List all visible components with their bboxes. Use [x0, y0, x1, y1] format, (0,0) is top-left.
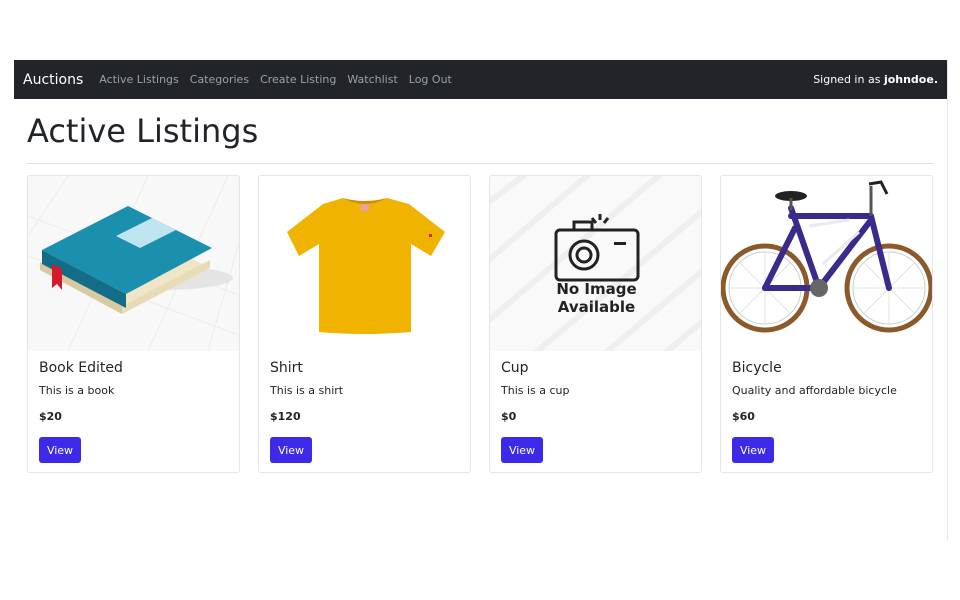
navbar: Auctions Active Listings Categories Crea… [14, 60, 947, 99]
listing-description: This is a shirt [270, 384, 344, 397]
nav-active-listings[interactable]: Active Listings [99, 73, 179, 86]
listing-title: Bicycle [732, 360, 782, 376]
no-image-placeholder [490, 176, 701, 351]
listing-card: No Image Available Cup This is a cup $0 … [489, 175, 702, 473]
view-button[interactable]: View [501, 437, 543, 463]
nav-watchlist[interactable]: Watchlist [347, 73, 397, 86]
listing-card: Bicycle Quality and affordable bicycle $… [720, 175, 933, 473]
brand-link[interactable]: Auctions [23, 72, 83, 88]
listing-title: Book Edited [39, 360, 123, 376]
listing-price: $120 [270, 410, 301, 423]
app-frame: Auctions Active Listings Categories Crea… [14, 60, 948, 540]
view-button[interactable]: View [39, 437, 81, 463]
listing-title: Shirt [270, 360, 303, 376]
listing-price: $20 [39, 410, 62, 423]
view-button[interactable]: View [270, 437, 312, 463]
listing-price: $60 [732, 410, 755, 423]
listing-description: This is a book [39, 384, 115, 397]
book-image [28, 176, 239, 351]
shirt-image [259, 176, 470, 351]
listing-description: This is a cup [501, 384, 570, 397]
nav-create-listing[interactable]: Create Listing [260, 73, 336, 86]
view-button[interactable]: View [732, 437, 774, 463]
page-title: Active Listings [27, 112, 259, 150]
listing-title: Cup [501, 360, 529, 376]
listing-price: $0 [501, 410, 517, 423]
listing-card: Shirt This is a shirt $120 View [258, 175, 471, 473]
nav-log-out[interactable]: Log Out [409, 73, 452, 86]
placeholder-text: No Image Available [556, 280, 637, 316]
listing-description: Quality and affordable bicycle [732, 384, 897, 397]
listing-card: Book Edited This is a book $20 View [27, 175, 240, 473]
nav-categories[interactable]: Categories [190, 73, 249, 86]
username: johndoe. [883, 73, 938, 86]
title-divider [27, 163, 934, 164]
signed-in-status: Signed in as johndoe. [813, 73, 938, 86]
bicycle-image [721, 176, 932, 351]
signed-in-label: Signed in as [813, 73, 881, 86]
